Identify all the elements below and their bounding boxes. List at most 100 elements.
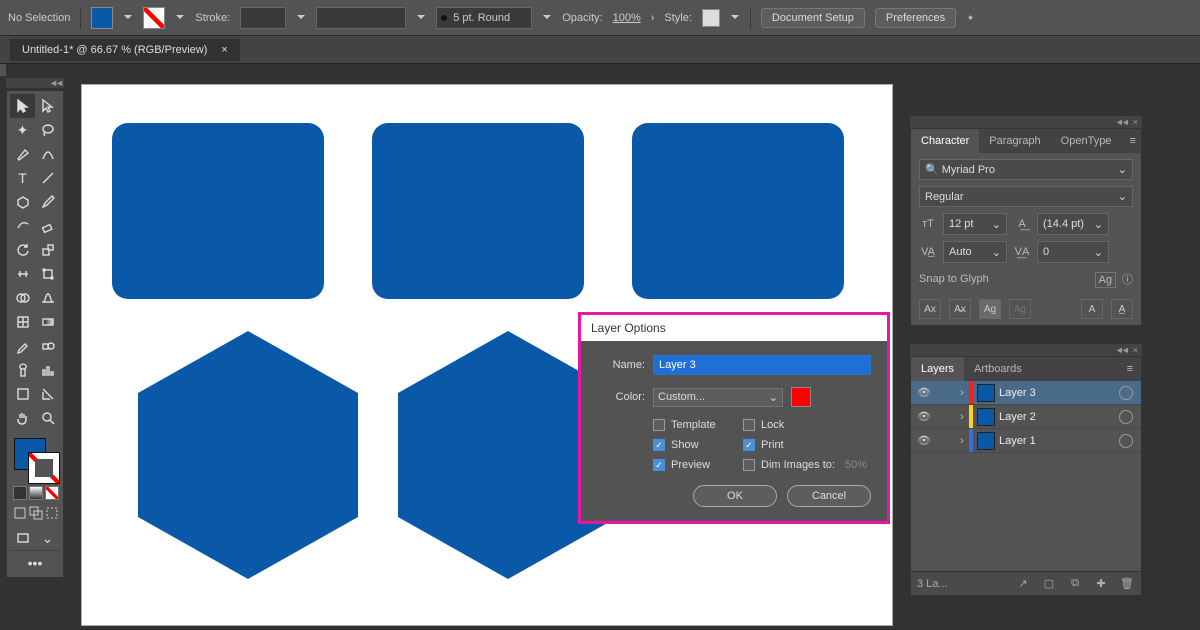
font-style-field[interactable]: Regular⌄ [919, 186, 1133, 207]
rounded-rect-shape[interactable] [632, 123, 844, 299]
layer-row[interactable]: 👁›Layer 3 [911, 381, 1141, 405]
glyph-opt-4[interactable]: Ag [1009, 299, 1031, 319]
perspective-grid-tool[interactable] [35, 286, 60, 310]
stroke-swatch[interactable] [143, 7, 165, 29]
style-drop[interactable] [730, 7, 740, 29]
layer-name[interactable]: Layer 1 [999, 435, 1119, 447]
symbol-sprayer-tool[interactable] [10, 358, 35, 382]
close-tab-icon[interactable]: × [221, 44, 227, 56]
disclosure-icon[interactable]: › [955, 387, 969, 399]
visibility-toggle[interactable]: 👁 [911, 410, 937, 423]
hand-tool[interactable] [10, 406, 35, 430]
vsp-input[interactable] [316, 7, 406, 29]
artboard-tool[interactable] [10, 382, 35, 406]
stroke-weight-input[interactable] [240, 7, 286, 29]
gradient-mode-icon[interactable] [29, 486, 43, 500]
paintbrush-tool[interactable] [35, 190, 60, 214]
brush-drop[interactable] [542, 7, 552, 29]
target-icon[interactable] [1119, 410, 1133, 424]
style-swatch[interactable] [702, 9, 720, 27]
close-icon[interactable]: × [1133, 117, 1138, 127]
type-tool[interactable]: T [10, 166, 35, 190]
scale-tool[interactable] [35, 238, 60, 262]
layer-row[interactable]: 👁›Layer 1 [911, 429, 1141, 453]
target-icon[interactable] [1119, 386, 1133, 400]
info-icon[interactable]: ⓘ [1122, 274, 1133, 286]
delete-layer-icon[interactable]: 🗑 [1119, 577, 1135, 590]
glyph-opt-3[interactable]: Ag [979, 299, 1001, 319]
panel-menu-icon[interactable]: ≡ [1121, 135, 1143, 147]
disclosure-icon[interactable]: › [955, 435, 969, 447]
chevron-right-icon[interactable]: › [651, 12, 655, 24]
stroke-weight-drop[interactable] [296, 7, 306, 29]
curvature-tool[interactable] [35, 142, 60, 166]
selection-tool[interactable] [10, 94, 35, 118]
eraser-tool[interactable] [35, 214, 60, 238]
print-checkbox[interactable]: Print [743, 439, 871, 451]
gradient-tool[interactable] [35, 310, 60, 334]
layer-name[interactable]: Layer 2 [999, 411, 1119, 423]
snap-glyph-icon[interactable]: Ag [1095, 272, 1116, 288]
fill-dropdown[interactable] [123, 7, 133, 29]
tab-layers[interactable]: Layers [911, 357, 964, 381]
brush-picker[interactable]: 5 pt. Round [436, 7, 532, 29]
target-icon[interactable] [1119, 434, 1133, 448]
lasso-tool[interactable] [35, 118, 60, 142]
kerning-field[interactable]: Auto⌄ [943, 241, 1007, 263]
opacity-value[interactable]: 100% [613, 12, 641, 24]
cancel-button[interactable]: Cancel [787, 485, 871, 507]
layer-color-swatch[interactable] [791, 387, 811, 407]
dock-grip[interactable] [0, 64, 6, 76]
draw-behind-icon[interactable] [29, 506, 43, 520]
eyedropper-tool[interactable] [10, 334, 35, 358]
preferences-button[interactable]: Preferences [875, 8, 956, 28]
glyph-opt-1[interactable]: Ax [919, 299, 941, 319]
document-tab[interactable]: Untitled-1* @ 66.67 % (RGB/Preview) × [10, 39, 240, 61]
collapse-icon[interactable] [1115, 117, 1127, 127]
preview-checkbox[interactable]: Preview [653, 459, 743, 471]
collapse-icon[interactable] [49, 78, 61, 88]
tracking-field[interactable]: 0⌄ [1037, 241, 1109, 263]
mesh-tool[interactable] [10, 310, 35, 334]
fill-swatch[interactable] [91, 7, 113, 29]
glyph-opt-2[interactable]: A̶x [949, 299, 971, 319]
align-icon[interactable]: ⋆ [966, 9, 975, 26]
none-mode-icon[interactable] [45, 486, 59, 500]
rotate-tool[interactable] [10, 238, 35, 262]
slice-tool[interactable] [35, 382, 60, 406]
rounded-rect-shape[interactable] [112, 123, 324, 299]
free-transform-tool[interactable] [35, 262, 60, 286]
color-mode-icon[interactable] [13, 486, 27, 500]
layer-name[interactable]: Layer 3 [999, 387, 1119, 399]
direct-selection-tool[interactable] [35, 94, 60, 118]
show-checkbox[interactable]: Show [653, 439, 743, 451]
new-layer-icon[interactable]: ✚ [1093, 577, 1109, 590]
ok-button[interactable]: OK [693, 485, 777, 507]
blend-tool[interactable] [35, 334, 60, 358]
stroke-color-box[interactable] [28, 452, 60, 484]
tab-artboards[interactable]: Artboards [964, 357, 1032, 381]
panel-menu-icon[interactable]: ≡ [1119, 363, 1141, 375]
shaper-tool[interactable] [10, 214, 35, 238]
fill-stroke-control[interactable] [10, 436, 60, 482]
locate-object-icon[interactable]: ↗ [1015, 577, 1031, 590]
leading-field[interactable]: (14.4 pt)⌄ [1037, 213, 1109, 235]
document-setup-button[interactable]: Document Setup [761, 8, 865, 28]
line-tool[interactable] [35, 166, 60, 190]
stroke-dropdown[interactable] [175, 7, 185, 29]
font-size-field[interactable]: 12 pt⌄ [943, 213, 1007, 235]
close-icon[interactable]: × [1133, 345, 1138, 355]
edit-toolbar-button[interactable]: ••• [10, 550, 60, 574]
hexagon-shape[interactable] [138, 331, 358, 579]
font-family-field[interactable]: 🔍 Myriad Pro⌄ [919, 159, 1133, 180]
zoom-tool[interactable] [35, 406, 60, 430]
collapse-icon[interactable] [1115, 345, 1127, 355]
tab-paragraph[interactable]: Paragraph [979, 129, 1050, 153]
make-clipping-mask-icon[interactable]: ▢ [1041, 577, 1057, 590]
create-sublayer-icon[interactable]: ⧉ [1067, 577, 1083, 590]
draw-inside-icon[interactable] [45, 506, 59, 520]
lock-checkbox[interactable]: Lock [743, 419, 871, 431]
pen-tool[interactable] [10, 142, 35, 166]
dim-images-checkbox[interactable]: Dim Images to:50% [743, 459, 871, 471]
width-tool[interactable] [10, 262, 35, 286]
